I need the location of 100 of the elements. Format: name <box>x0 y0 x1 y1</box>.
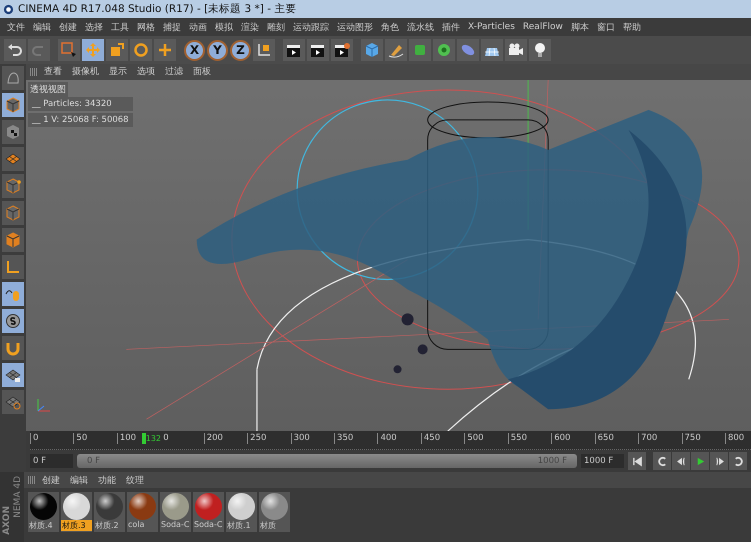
previous-key-icon <box>676 456 686 467</box>
sculpt-icon <box>5 70 21 86</box>
move-arrows-icon <box>85 42 101 58</box>
frame-tick-label: 400 <box>377 433 397 444</box>
plus-icon <box>157 42 173 58</box>
mode-button[interactable] <box>2 93 24 117</box>
coordinate-system-icon <box>256 42 272 58</box>
playback-button[interactable] <box>691 452 709 470</box>
frame-tick-label: 600 <box>551 433 570 444</box>
menu-item[interactable]: 工具 <box>107 20 133 34</box>
material-swatch[interactable]: Soda-C <box>160 492 191 532</box>
subdivision-cube-icon <box>412 42 428 58</box>
next-key-icon <box>714 456 724 467</box>
menu-item[interactable]: 文件 <box>3 20 29 34</box>
frame-tick-label: 0 <box>30 433 38 444</box>
material-swatch[interactable]: 材质.1 <box>226 492 257 532</box>
axis-lock-button[interactable]: Y <box>207 40 228 60</box>
menu-item[interactable]: 编辑 <box>29 20 55 34</box>
menu-item[interactable]: 流水线 <box>403 20 438 34</box>
frame-tick-label: 100 <box>116 433 136 444</box>
playback-button[interactable] <box>729 452 747 470</box>
menu-item[interactable]: 创建 <box>38 474 64 486</box>
menu-item[interactable]: 功能 <box>94 474 120 486</box>
frame-tick-label: 550 <box>508 433 527 444</box>
toolbar-button[interactable] <box>481 39 503 61</box>
frame-tick-label: 250 <box>247 433 266 444</box>
material-name: 材质.1 <box>226 520 252 531</box>
menu-item[interactable]: 创建 <box>55 20 81 34</box>
light-bulb-icon <box>532 42 548 58</box>
axis-lock-button[interactable]: Z <box>230 40 251 60</box>
material-name: 材质.2 <box>94 520 120 531</box>
menu-item[interactable]: X-Particles <box>464 22 519 32</box>
playback-button[interactable] <box>653 452 671 470</box>
menu-item[interactable]: 动画 <box>185 20 211 34</box>
toolbar-button[interactable] <box>505 39 527 61</box>
start-frame-field[interactable]: 0 F <box>30 454 73 468</box>
menu-item[interactable]: 选项 <box>133 65 159 78</box>
menu-item[interactable]: 摄像机 <box>68 65 103 78</box>
menu-item[interactable]: 角色 <box>377 20 403 34</box>
menu-item[interactable]: 面板 <box>189 65 215 78</box>
frame-tick-label: 350 <box>334 433 354 444</box>
checker-cube-icon <box>5 124 21 140</box>
menu-item[interactable]: 捕捉 <box>159 20 185 34</box>
cube-icon <box>5 205 21 221</box>
menu-item[interactable]: 运动图形 <box>333 20 377 34</box>
material-swatch[interactable]: 材质.4 <box>28 492 59 532</box>
playback-button[interactable] <box>710 452 728 470</box>
playhead-marker[interactable]: 132 <box>142 433 162 444</box>
menu-item[interactable]: 过滤 <box>161 65 187 78</box>
grid-plane-icon <box>5 151 21 167</box>
menu-item[interactable]: 网格 <box>133 20 159 34</box>
frame-tick-label: 200 <box>204 433 223 444</box>
playback-button[interactable] <box>672 452 690 470</box>
menu-item[interactable]: RealFlow <box>518 22 567 32</box>
menu-item[interactable]: 雕刻 <box>263 20 289 34</box>
material-swatch[interactable]: cola <box>127 492 158 532</box>
step-back-icon <box>656 456 668 467</box>
menu-item[interactable]: 编辑 <box>66 474 92 486</box>
toolbar-button[interactable] <box>331 39 353 61</box>
menu-item[interactable]: 帮助 <box>618 20 645 34</box>
material-swatch[interactable]: 材质 <box>259 492 290 532</box>
frame-tick-label: 800 <box>724 433 744 444</box>
grid-plane-icon <box>5 367 21 383</box>
toolbar-button[interactable] <box>529 39 551 61</box>
menu-item[interactable]: 脚本 <box>566 20 593 34</box>
clapperboard-icon <box>286 42 302 58</box>
material-swatch[interactable]: Soda-C <box>193 492 224 532</box>
menu-item[interactable]: 窗口 <box>592 20 619 34</box>
frame-tick-label: 450 <box>420 433 440 444</box>
playback-button[interactable] <box>628 452 646 470</box>
menu-item[interactable]: 选择 <box>81 20 107 34</box>
material-swatch[interactable]: 材质.3 <box>61 492 92 532</box>
menu-item[interactable]: 渲染 <box>237 20 263 34</box>
material-name: 材质 <box>259 520 277 531</box>
menu-item[interactable]: 查看 <box>40 65 66 78</box>
grid-plane-icon <box>5 394 21 410</box>
frame-tick-label: 50 <box>73 433 88 444</box>
clapperboard-icon <box>310 42 326 58</box>
mode-button[interactable] <box>2 309 24 333</box>
mode-button[interactable] <box>2 147 24 171</box>
axis-lock-button[interactable]: X <box>184 40 205 60</box>
menu-item[interactable]: 模拟 <box>211 20 237 34</box>
frame-tick-label: 300 <box>290 433 310 444</box>
frame-tick-label: 650 <box>594 433 614 444</box>
menu-item[interactable]: 纹理 <box>122 474 148 486</box>
cloner-icon <box>436 42 452 58</box>
mode-button[interactable] <box>2 363 24 387</box>
material-swatch[interactable]: 材质.2 <box>94 492 125 532</box>
toolbar-button[interactable] <box>307 39 329 61</box>
menu-item[interactable]: 插件 <box>438 20 464 34</box>
menu-item[interactable]: 显示 <box>105 65 131 78</box>
window-title: CINEMA 4D R17.048 Studio (R17) - [未标题 3 *] - 主要 <box>18 2 296 16</box>
frame-tick-label: 700 <box>638 433 658 444</box>
selection-icon <box>61 42 77 58</box>
toolbar-button[interactable] <box>283 39 305 61</box>
end-frame-field[interactable]: 1000 F <box>581 454 624 468</box>
mode-button[interactable] <box>2 120 24 144</box>
brand-text: NEMA 4D <box>13 476 23 518</box>
grip-icon <box>28 476 36 484</box>
menu-item[interactable]: 运动跟踪 <box>289 20 333 34</box>
